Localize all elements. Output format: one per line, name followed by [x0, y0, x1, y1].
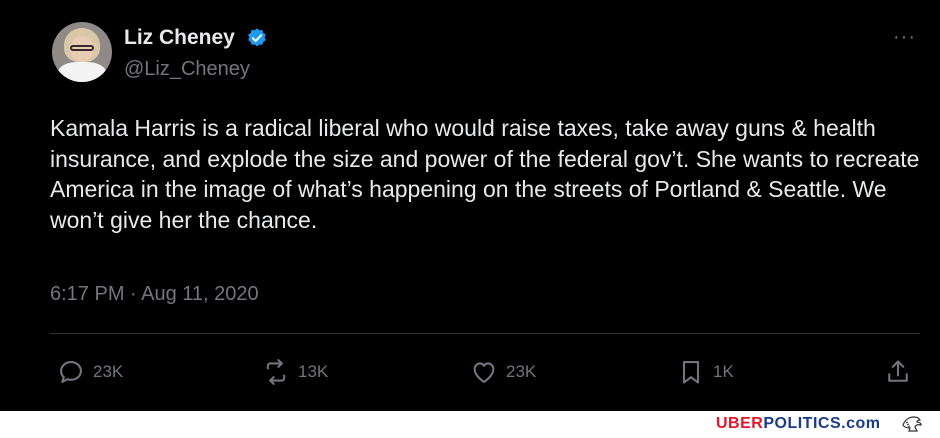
bookmark-count: 1K [713, 362, 734, 381]
watermark-bar: UBERPOLITICS.com [0, 411, 940, 438]
share-icon [888, 360, 908, 382]
watermark-text: UBERPOLITICS.com [716, 415, 880, 433]
reply-button[interactable]: 23K [57, 357, 123, 387]
eagle-logo-icon [902, 416, 922, 432]
tweet-timestamp[interactable]: 6:17 PM · Aug 11, 2020 [50, 283, 259, 306]
like-button[interactable]: 23K [470, 357, 536, 387]
like-count: 23K [506, 362, 537, 381]
more-options-icon[interactable]: ··· [893, 26, 916, 49]
bookmark-icon [682, 361, 700, 384]
author-name[interactable]: Liz Cheney [124, 26, 235, 50]
avatar-glasses [70, 45, 94, 51]
verified-badge-icon [248, 28, 266, 47]
retweet-button[interactable]: 13K [262, 357, 328, 387]
reply-count: 23K [93, 362, 124, 381]
avatar-body [58, 62, 106, 82]
heart-icon [473, 362, 495, 383]
tweet-card: Liz Cheney @Liz_Cheney ··· Kamala Harris… [0, 0, 940, 411]
bookmark-button[interactable]: 1K [677, 357, 734, 387]
author-handle[interactable]: @Liz_Cheney [124, 58, 250, 81]
watermark-part-uber: UBER [716, 415, 764, 432]
avatar[interactable] [52, 22, 112, 82]
share-button[interactable] [884, 357, 920, 387]
watermark-part-com: .com [841, 415, 881, 432]
retweet-count: 13K [298, 362, 329, 381]
divider [50, 333, 920, 334]
tweet-text: Kamala Harris is a radical liberal who w… [50, 115, 920, 233]
reply-icon [60, 361, 82, 383]
retweet-icon [266, 359, 286, 385]
watermark-part-politics: POLITICS [763, 415, 842, 432]
